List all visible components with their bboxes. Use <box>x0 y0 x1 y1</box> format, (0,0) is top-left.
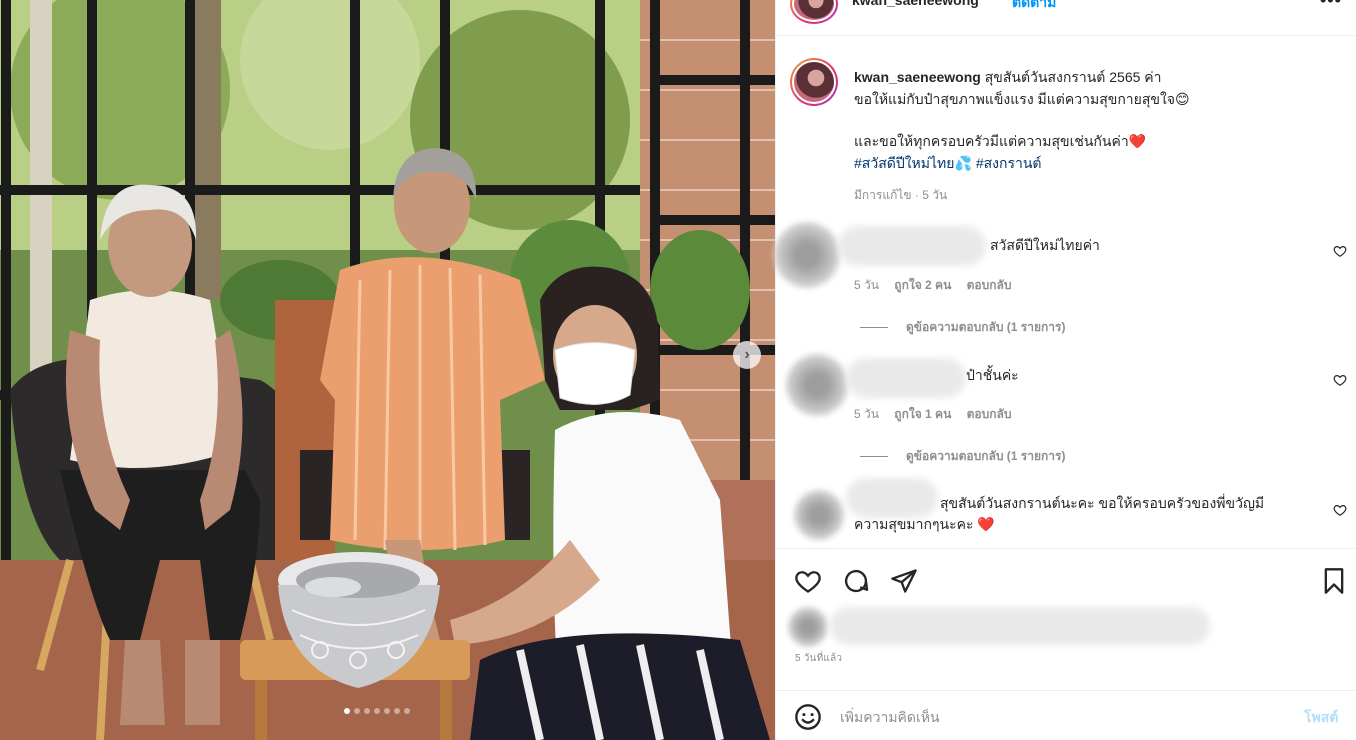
carousel-dot <box>354 708 360 714</box>
post-action-bar <box>776 548 1356 610</box>
water-emoji: 💦 <box>954 155 972 171</box>
carousel-dot <box>404 708 410 714</box>
comment-time[interactable]: 5 วัน <box>854 278 879 292</box>
caption-meta: มีการแก้ไข · 5 วัน <box>854 188 948 202</box>
post-photo[interactable]: › <box>0 0 775 740</box>
carousel-next-button[interactable]: › <box>733 341 761 369</box>
follow-button[interactable]: ติดตาม <box>1012 0 1056 14</box>
smiley-icon[interactable] <box>794 703 822 731</box>
commenter-avatar[interactable] <box>774 222 840 288</box>
comment-likes[interactable]: ถูกใจ 1 คน <box>894 407 951 421</box>
liker-avatar[interactable] <box>788 607 828 647</box>
caption-username[interactable]: kwan_saeneewong <box>854 69 981 85</box>
comment-text: ป๋าชั้นค่ะ <box>966 367 1019 383</box>
author-avatar[interactable] <box>790 0 838 24</box>
view-replies-button[interactable]: ดูข้อความตอบกลับ (1 รายการ) <box>860 447 1065 466</box>
view-replies-button[interactable]: ดูข้อความตอบกลับ (1 รายการ) <box>860 318 1065 337</box>
heart-icon[interactable] <box>1333 503 1347 517</box>
view-replies-label: ดูข้อความตอบกลับ (1 รายการ) <box>906 320 1066 334</box>
caption-text-line: ขอให้แม่กับป๋าสุขภาพแข็งแรง มีแต่ความสุข… <box>854 91 1190 107</box>
commenter-avatar[interactable] <box>786 354 848 416</box>
liked-by-text[interactable] <box>830 607 1210 645</box>
comment-icon[interactable] <box>842 567 870 595</box>
comment-text: สวัสดีปีใหม่ไทยค่า <box>990 237 1100 253</box>
post-timestamp: 5 วันที่แล้ว <box>795 653 843 664</box>
hashtag-link[interactable]: #สวัสดีปีใหม่ไทย <box>854 155 954 171</box>
comment-time[interactable]: 5 วัน <box>854 407 879 421</box>
post-sidebar: kwan_saeneewong ติดตาม ••• kwan_saeneewo… <box>774 0 1356 740</box>
carousel-dot <box>394 708 400 714</box>
caption-text-line: สุขสันต์วันสงกรานต์ 2565 ค่า <box>984 69 1162 85</box>
author-username[interactable]: kwan_saeneewong <box>852 0 979 8</box>
add-comment-bar: โพสต์ <box>776 690 1356 740</box>
heart-icon[interactable] <box>1333 373 1347 387</box>
carousel-dot <box>384 708 390 714</box>
photo-illustration <box>0 0 775 740</box>
caption-text-line: และขอให้ทุกครอบครัวมีแต่ความสุขเช่นกันค่… <box>854 133 1147 149</box>
comment-actions: 5 วัน ถูกใจ 1 คน ตอบกลับ <box>854 405 1024 424</box>
comment-actions: 5 วัน ถูกใจ 2 คน ตอบกลับ <box>854 276 1024 295</box>
hashtag-link[interactable]: #สงกรานต์ <box>976 155 1042 171</box>
heart-icon[interactable] <box>1333 244 1347 258</box>
comment-text: ความสุขมากๆนะคะ ❤️ <box>854 516 995 532</box>
heart-icon[interactable] <box>794 567 822 595</box>
more-options-icon[interactable]: ••• <box>1320 0 1342 11</box>
carousel-dot <box>374 708 380 714</box>
commenter-username[interactable] <box>838 226 986 266</box>
post-comment-button[interactable]: โพสต์ <box>1304 707 1338 729</box>
commenter-avatar[interactable] <box>794 490 844 540</box>
comment-input[interactable] <box>840 703 1280 731</box>
chevron-right-icon: › <box>744 346 750 363</box>
reply-button[interactable]: ตอบกลับ <box>967 278 1012 292</box>
carousel-dot <box>364 708 370 714</box>
paper-plane-icon[interactable] <box>890 567 918 595</box>
commenter-username[interactable] <box>846 478 938 518</box>
commenter-username[interactable] <box>846 358 966 398</box>
carousel-dot <box>344 708 350 714</box>
bookmark-icon[interactable] <box>1320 567 1348 595</box>
comment-likes[interactable]: ถูกใจ 2 คน <box>894 278 951 292</box>
reply-button[interactable]: ตอบกลับ <box>967 407 1012 421</box>
view-replies-label: ดูข้อความตอบกลับ (1 รายการ) <box>906 449 1066 463</box>
liked-by-row[interactable] <box>786 603 1226 647</box>
comment-text: สุขสันต์วันสงกรานต์นะคะ ขอให้ครอบครัวของ… <box>940 495 1265 511</box>
caption-avatar[interactable] <box>790 58 838 106</box>
carousel-indicator <box>344 708 410 714</box>
post-header: kwan_saeneewong ติดตาม ••• <box>776 0 1356 36</box>
